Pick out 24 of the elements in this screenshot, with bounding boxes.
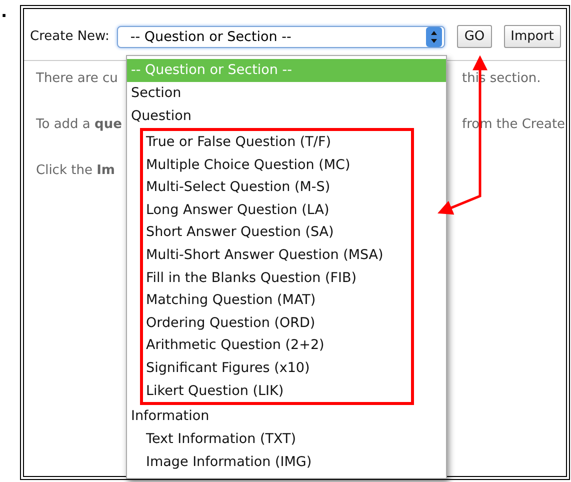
go-button[interactable]: GO — [457, 25, 492, 48]
dropdown-option[interactable]: Question — [127, 105, 446, 128]
dropdown-option[interactable]: Fill in the Blanks Question (FIB) — [143, 266, 411, 290]
dropdown-option[interactable]: Significant Figures (x10) — [143, 356, 411, 380]
dropdown-option[interactable]: Short Answer Question (SA) — [143, 221, 411, 244]
dropdown-option[interactable]: Multi-Short Answer Question (MSA) — [143, 244, 411, 267]
create-new-label: Create New: — [30, 29, 110, 44]
question-type-select[interactable]: -- Question or Section -- — [117, 26, 446, 48]
import-button[interactable]: Import — [504, 25, 561, 48]
dropdown-option[interactable]: Matching Question (MAT) — [143, 289, 411, 312]
dropdown-option[interactable]: Section — [127, 82, 446, 105]
instruction-text: To add a que — [36, 117, 123, 134]
dropdown-option[interactable]: Likert Question (LIK) — [143, 380, 411, 402]
dropdown-option[interactable]: Information — [127, 405, 446, 428]
dropdown-option[interactable]: Ordering Question (ORD) — [143, 312, 411, 334]
list-number-fragment: . — [1, 2, 8, 21]
dropdown-option[interactable]: Text Information (TXT) — [127, 428, 446, 452]
dropdown-option[interactable]: Multiple Choice Question (MC) — [143, 154, 411, 176]
dropdown-option[interactable]: Multi-Select Question (M-S) — [143, 176, 411, 199]
instruction-text: Click the Im — [36, 163, 116, 180]
dropdown-option[interactable]: Image Information (IMG) — [127, 451, 446, 474]
dropdown-option[interactable]: Arithmetic Question (2+2) — [143, 334, 411, 357]
dropdown-option[interactable]: Long Answer Question (LA) — [143, 198, 411, 222]
dropdown-option[interactable]: True or False Question (T/F) — [143, 131, 411, 154]
